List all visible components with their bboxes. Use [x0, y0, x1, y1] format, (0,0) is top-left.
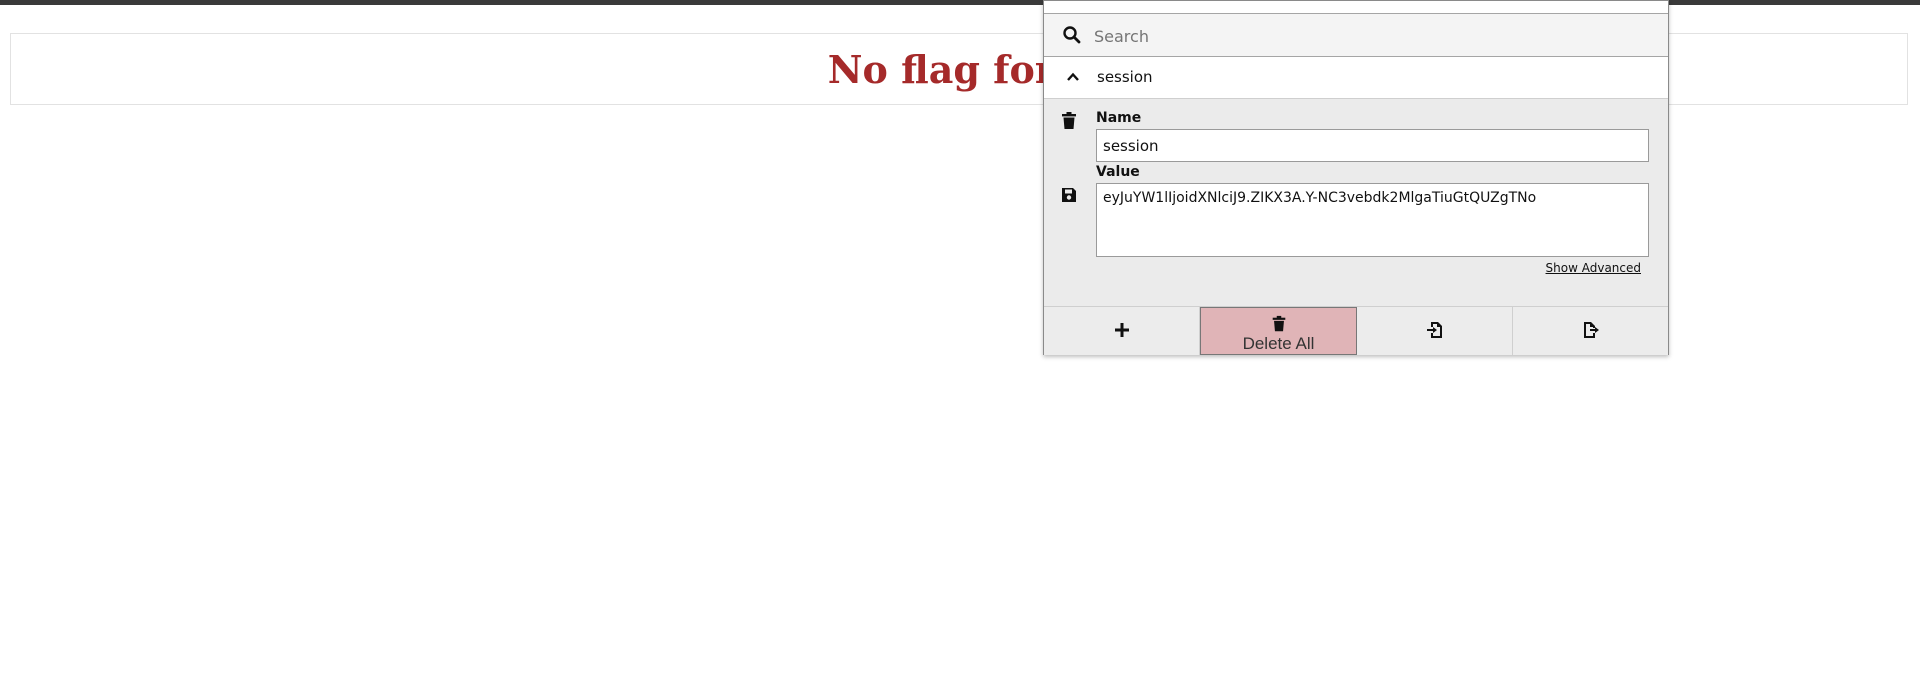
trash-icon[interactable] [1059, 111, 1079, 131]
cookie-value-field[interactable]: eyJuYW1lIjoidXNlciJ9.ZIKX3A.Y-NC3vebdk2M… [1096, 183, 1649, 257]
value-label: Value [1096, 164, 1140, 180]
chevron-up-icon[interactable] [1066, 70, 1080, 84]
search-bar [1044, 13, 1668, 57]
plus-icon [1114, 323, 1129, 337]
delete-all-button[interactable]: Delete All [1200, 307, 1357, 355]
action-bar: Delete All [1044, 306, 1668, 355]
save-icon[interactable] [1059, 185, 1079, 205]
delete-all-label: Delete All [1242, 334, 1315, 353]
search-input[interactable] [1092, 20, 1656, 52]
export-button[interactable] [1513, 307, 1668, 355]
cookie-name-field[interactable] [1096, 129, 1649, 162]
search-icon [1063, 26, 1081, 44]
export-icon [1583, 322, 1599, 338]
cookie-details: Name Value eyJuYW1lIjoidXNlciJ9.ZIKX3A.Y… [1044, 99, 1668, 306]
trash-icon [1272, 315, 1285, 332]
show-advanced-link[interactable]: Show Advanced [1546, 261, 1641, 275]
cookie-item-name: session [1097, 68, 1153, 86]
import-icon [1426, 322, 1442, 338]
import-button[interactable] [1357, 307, 1513, 355]
popup-top-strip [1044, 1, 1668, 13]
cookie-editor-popup: session Name Value eyJuYW1lIjoidXNlciJ9.… [1043, 0, 1669, 355]
add-cookie-button[interactable] [1044, 307, 1200, 355]
name-label: Name [1096, 110, 1142, 126]
cookie-item-header[interactable]: session [1044, 57, 1668, 99]
